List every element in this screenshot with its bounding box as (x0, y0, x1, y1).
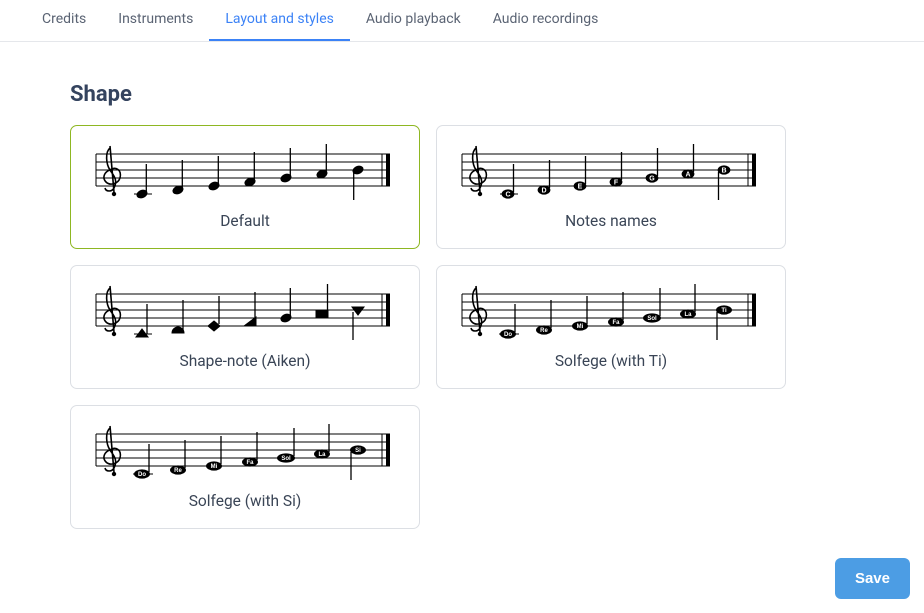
svg-text:Do: Do (138, 472, 146, 478)
svg-text:F: F (614, 180, 619, 187)
svg-text:Mi: Mi (211, 464, 218, 470)
svg-text:C: C (505, 192, 510, 199)
music-preview-icon: C D E F G A B (451, 140, 771, 202)
option-label: Shape-note (Aiken) (85, 352, 405, 370)
option-label: Solfege (with Si) (85, 492, 405, 510)
svg-text:G: G (649, 176, 655, 183)
option-notes-names[interactable]: C D E F G A B Notes names (436, 125, 786, 249)
svg-text:Re: Re (540, 328, 548, 334)
option-label: Default (85, 212, 405, 230)
tab-layout-styles[interactable]: Layout and styles (209, 0, 350, 41)
tab-credits[interactable]: Credits (26, 0, 102, 41)
tab-instruments[interactable]: Instruments (102, 0, 209, 41)
svg-text:E: E (578, 184, 583, 191)
svg-text:B: B (721, 168, 726, 175)
save-button[interactable]: Save (835, 558, 910, 599)
option-solfege-si[interactable]: Do Re Mi Fa Sol La Si Solfege (with Si) (70, 405, 420, 529)
svg-text:D: D (541, 188, 546, 195)
music-preview-icon: Do Re Mi Fa Sol La Ti (451, 280, 771, 342)
tab-audio-recordings[interactable]: Audio recordings (477, 0, 615, 41)
svg-text:Fa: Fa (612, 320, 620, 326)
section-title-shape: Shape (70, 82, 896, 107)
svg-text:Do: Do (504, 332, 512, 338)
option-label: Notes names (451, 212, 771, 230)
shape-options-grid: Default C D (70, 125, 896, 529)
option-solfege-ti[interactable]: Do Re Mi Fa Sol La Ti Solfege (with Ti) (436, 265, 786, 389)
svg-text:La: La (684, 312, 692, 318)
svg-text:Si: Si (355, 448, 361, 454)
music-preview-icon (85, 280, 405, 342)
option-default[interactable]: Default (70, 125, 420, 249)
svg-text:Mi: Mi (577, 324, 584, 330)
svg-text:Ti: Ti (721, 308, 727, 314)
tab-audio-playback[interactable]: Audio playback (350, 0, 477, 41)
svg-text:La: La (318, 452, 326, 458)
svg-text:Sol: Sol (281, 456, 291, 462)
option-label: Solfege (with Ti) (451, 352, 771, 370)
svg-text:Sol: Sol (647, 316, 657, 322)
svg-text:A: A (685, 172, 690, 179)
option-shape-note-aiken[interactable]: Shape-note (Aiken) (70, 265, 420, 389)
music-preview-icon (85, 140, 405, 202)
panel-layout-styles: Shape (42, 42, 924, 613)
tabs-bar: Credits Instruments Layout and styles Au… (0, 0, 924, 42)
svg-text:Fa: Fa (246, 460, 254, 466)
music-preview-icon: Do Re Mi Fa Sol La Si (85, 420, 405, 482)
svg-text:Re: Re (174, 468, 182, 474)
